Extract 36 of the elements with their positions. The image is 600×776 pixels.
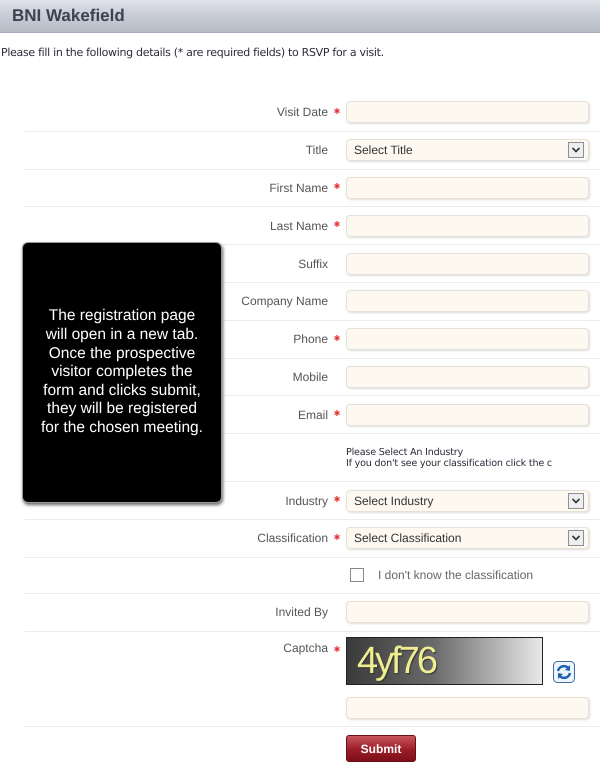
page-title: BNI Wakefield xyxy=(12,6,125,26)
field-label: Captcha xyxy=(283,640,328,655)
intro-text: Please fill in the following details (* are required fields) to RSVP for a visit. xyxy=(1,46,385,59)
input-field[interactable] xyxy=(346,366,589,388)
field-label: Classification xyxy=(257,531,328,546)
field-label: Email xyxy=(298,408,328,422)
input-field[interactable] xyxy=(346,252,589,275)
field-label: First Name xyxy=(269,180,328,195)
field-label: Visit Date xyxy=(276,105,328,120)
select-dropdown[interactable]: Select Industry xyxy=(346,490,589,512)
industry-hint-text: If you don't see your classification click the c xyxy=(346,458,552,469)
refresh-icon[interactable] xyxy=(553,660,575,683)
input-field[interactable] xyxy=(346,404,589,426)
field-label: Last Name xyxy=(270,218,328,233)
field-label: Phone xyxy=(293,332,328,346)
submit-button[interactable]: Submit xyxy=(346,735,416,762)
field-label: Title xyxy=(306,143,328,158)
input-field[interactable] xyxy=(346,290,589,312)
input-field[interactable] xyxy=(346,176,589,199)
field-label: Industry xyxy=(285,494,328,508)
field-label: Suffix xyxy=(298,256,328,271)
select-dropdown[interactable]: Select Title xyxy=(346,139,589,162)
checkbox[interactable] xyxy=(350,568,364,582)
input-field[interactable] xyxy=(346,601,589,624)
input-field[interactable] xyxy=(346,214,589,237)
input-field[interactable] xyxy=(346,101,589,124)
input-field[interactable] xyxy=(346,328,589,350)
field-label: Invited By xyxy=(275,605,328,620)
select-dropdown[interactable]: Select Classification xyxy=(346,527,589,550)
checkbox-label: I don't know the classification xyxy=(378,568,534,582)
field-label: Company Name xyxy=(241,294,328,308)
industry-hint-text: Please Select An Industry xyxy=(346,446,464,458)
captcha-image: 4yf76 xyxy=(346,636,543,685)
field-label: Mobile xyxy=(292,370,328,384)
tooltip: The registration page will open in a new tab. Once the prospective visitor completes the form and clicks submit, they will be registered for the chosen meeting. xyxy=(22,242,222,503)
input-field[interactable] xyxy=(346,696,589,719)
